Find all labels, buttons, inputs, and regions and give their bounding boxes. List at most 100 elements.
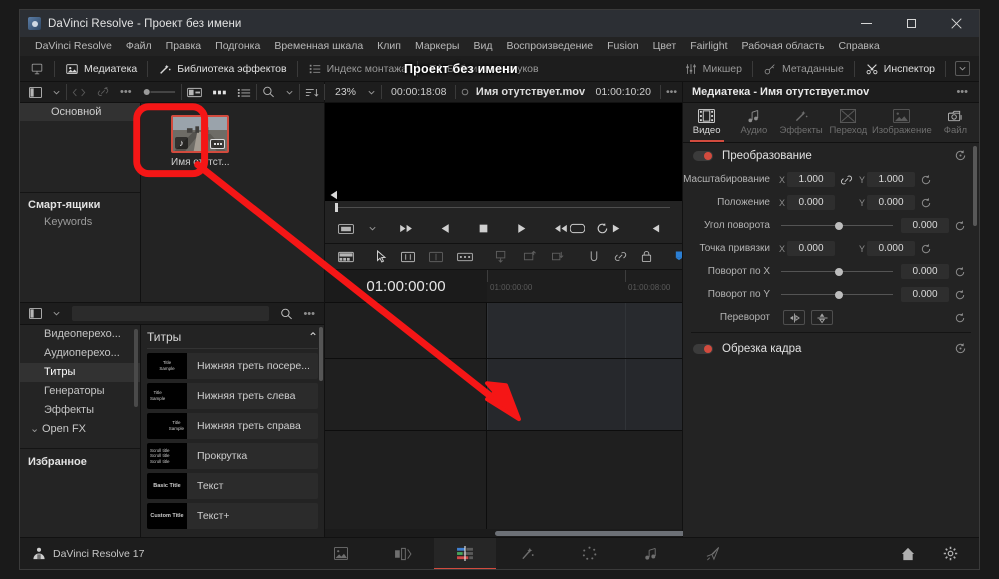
more-options-icon[interactable]: ••• — [115, 82, 137, 102]
dynamic-trim-mode-icon[interactable] — [422, 244, 450, 269]
toolbar-monitor-button[interactable] — [20, 56, 54, 81]
effects-search-input[interactable] — [72, 306, 270, 321]
reset-rotate-x-icon[interactable] — [949, 266, 971, 278]
fx-category-video-transitions[interactable]: Видеоперехо... — [20, 325, 140, 344]
filmstrip-view-icon[interactable] — [207, 82, 232, 102]
page-color[interactable] — [558, 538, 620, 570]
scrubber-playhead[interactable] — [335, 203, 338, 212]
section-reset-icon[interactable] — [949, 149, 971, 162]
cropping-enable-toggle[interactable] — [693, 343, 713, 354]
reset-position-icon[interactable] — [915, 197, 937, 209]
effect-item[interactable]: Title Sample Нижняя треть справа — [147, 413, 318, 439]
effect-item[interactable]: Custom Title Текст+ — [147, 503, 318, 529]
fx-search-icon[interactable] — [275, 303, 298, 324]
page-deliver[interactable] — [682, 538, 744, 570]
tab-video[interactable]: Видео — [683, 103, 730, 142]
page-cut[interactable] — [372, 538, 434, 570]
gear-icon[interactable] — [938, 546, 963, 561]
fx-more-icon[interactable]: ••• — [298, 303, 320, 324]
insert-clip-icon[interactable] — [488, 244, 516, 269]
reset-rotate-y-icon[interactable] — [949, 289, 971, 301]
transform-enable-toggle[interactable] — [693, 150, 713, 161]
fx-category-audio-transitions[interactable]: Аудиоперехо... — [20, 344, 140, 363]
fx-sidebar-toggle-icon[interactable] — [24, 303, 47, 324]
linked-selection-icon[interactable] — [607, 244, 634, 269]
scale-y-field[interactable]: 1.000 — [867, 172, 915, 187]
position-y-field[interactable]: 0.000 — [867, 195, 915, 210]
snapping-icon[interactable] — [581, 244, 607, 269]
menu-clip[interactable]: Клип — [370, 37, 408, 56]
transport-reverse-button[interactable] — [435, 223, 456, 234]
transport-stop-button[interactable] — [473, 223, 494, 234]
video-track-body[interactable] — [487, 303, 902, 358]
unlink-icon[interactable] — [91, 82, 115, 102]
viewer-record-icon[interactable] — [456, 82, 474, 102]
effect-item[interactable]: Title Sample Нижняя треть слева — [147, 383, 318, 409]
page-fairlight[interactable] — [620, 538, 682, 570]
inspector-more-icon[interactable]: ••• — [951, 82, 973, 102]
fx-sidebar-dropdown-icon[interactable] — [47, 303, 66, 324]
viewer-more-icon[interactable]: ••• — [661, 82, 682, 102]
effect-item[interactable]: Title Sample Нижняя треть посере... — [147, 353, 318, 379]
razor-edit-mode-icon[interactable] — [450, 244, 480, 269]
code-view-icon[interactable] — [67, 82, 91, 102]
transport-play-button[interactable] — [511, 223, 532, 234]
reset-anchor-point-icon[interactable] — [915, 243, 937, 255]
timeline-empty-area[interactable] — [325, 431, 682, 529]
rotate-y-slider[interactable] — [781, 287, 893, 302]
timeline-view-options-icon[interactable] — [331, 244, 361, 269]
media-pool-grid[interactable]: ♪ Имя отутст... — [141, 103, 324, 302]
rotate-x-field[interactable]: 0.000 — [901, 264, 949, 279]
search-icon[interactable] — [257, 82, 280, 102]
menu-color[interactable]: Цвет — [646, 37, 684, 56]
list-view-icon[interactable] — [232, 82, 256, 102]
transport-mark-in-button[interactable] — [644, 223, 666, 234]
rotation-angle-slider[interactable] — [781, 218, 893, 233]
tab-effects[interactable]: Эффекты — [777, 103, 824, 142]
reset-scale-icon[interactable] — [915, 174, 937, 186]
effect-item[interactable]: Scroll title Scroll title Scroll title П… — [147, 443, 318, 469]
media-pool-clip[interactable]: ♪ Имя отутст... — [171, 115, 229, 168]
menu-workspace[interactable]: Рабочая область — [735, 37, 832, 56]
toolbar-mixer-button[interactable]: Микшер — [674, 56, 752, 81]
position-x-field[interactable]: 0.000 — [787, 195, 835, 210]
viewer-mode-dropdown-icon[interactable] — [363, 224, 382, 233]
inspector-scrollbar[interactable] — [973, 146, 977, 226]
menu-edit[interactable]: Правка — [159, 37, 208, 56]
menu-fairlight[interactable]: Fairlight — [683, 37, 734, 56]
rotate-y-field[interactable]: 0.000 — [901, 287, 949, 302]
fx-category-titles[interactable]: Титры — [20, 363, 140, 382]
rotation-angle-field[interactable]: 0.000 — [901, 218, 949, 233]
transport-loop-button[interactable] — [591, 222, 614, 235]
tab-image[interactable]: Изображение — [872, 103, 932, 142]
effects-list-scrollbar[interactable] — [319, 327, 323, 381]
scale-x-field[interactable]: 1.000 — [787, 172, 835, 187]
sidebar-toggle-icon[interactable] — [24, 82, 47, 102]
window-maximize-button[interactable] — [889, 10, 934, 37]
rotate-x-slider[interactable] — [781, 264, 893, 279]
fx-category-open-fx[interactable]: ⌄ Open FX — [20, 420, 140, 439]
tab-audio[interactable]: Аудио — [730, 103, 777, 142]
timeline-current-timecode[interactable]: 01:00:00:00 — [325, 270, 487, 302]
lock-track-icon[interactable] — [634, 244, 659, 269]
transport-jump-to-end-button[interactable] — [549, 223, 574, 234]
reset-flip-icon[interactable] — [949, 312, 971, 324]
anchor-y-field[interactable]: 0.000 — [867, 241, 915, 256]
timeline-video-track[interactable] — [325, 303, 902, 359]
bin-keywords[interactable]: Keywords — [20, 214, 140, 231]
timeline-ruler[interactable]: 01:00:00:00 01:00:08:00 01:00:16:00 01:0… — [487, 270, 682, 302]
toolbar-effects-library-button[interactable]: Библиотека эффектов — [148, 56, 296, 81]
page-media[interactable] — [310, 538, 372, 570]
menu-playback[interactable]: Воспроизведение — [499, 37, 600, 56]
transport-jump-to-start-button[interactable] — [393, 223, 418, 234]
thumbnail-size-slider[interactable] — [137, 82, 181, 102]
menu-trim[interactable]: Подгонка — [208, 37, 267, 56]
fx-category-generators[interactable]: Генераторы — [20, 382, 140, 401]
overwrite-clip-icon[interactable] — [516, 244, 544, 269]
toolbar-edit-index-button[interactable]: Индекс монтажа — [298, 56, 417, 81]
menu-fusion[interactable]: Fusion — [600, 37, 646, 56]
sidebar-dropdown-icon[interactable] — [47, 82, 66, 102]
video-track-header[interactable] — [325, 303, 487, 358]
tab-file[interactable]: Файл — [932, 103, 979, 142]
page-fusion[interactable] — [496, 538, 558, 570]
